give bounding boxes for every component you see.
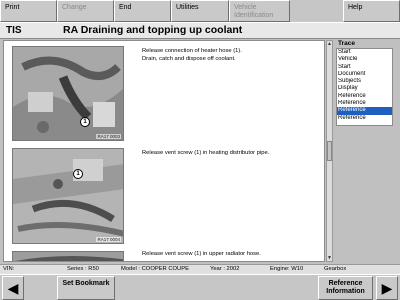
trace-item[interactable]: Document [337,71,392,78]
trace-list[interactable]: Start Vehicle Start Document Subjects Di… [336,48,393,126]
trace-item[interactable]: Reference [337,115,392,122]
step-1-text: Release connection of heater hose (1). D… [142,48,242,62]
engine-value: Engine: W10 [270,266,304,272]
step-2-text: Release vent screw (1) in heating distri… [142,150,270,156]
scroll-down-icon[interactable]: ▼ [327,255,332,261]
toolbar-spacer [290,0,343,22]
document-scrollbar[interactable]: ▲ ▼ [326,40,333,262]
step-3-text: Release vent screw (1) in upper radiator… [142,251,261,257]
trace-item[interactable]: Vehicle [337,56,392,63]
change-button[interactable]: Change [57,0,114,22]
year-value: Year : 2002 [210,266,240,272]
callout-1: 1 [73,169,83,179]
bottom-bar: ◀ Set Bookmark Reference Information ▶ [0,274,400,300]
trace-item[interactable]: Reference [337,93,392,100]
step-2-illustration: 1 RA17 0004 [12,148,124,244]
toolbar: Print Change End Utilities Vehicle Ident… [0,0,400,22]
image-reference: RA17 0003 [96,134,121,139]
gearbox-value: Gearbox [324,266,347,272]
trace-item[interactable]: Start [337,64,392,71]
utilities-button[interactable]: Utilities [171,0,229,22]
trace-item[interactable]: Display [337,85,392,92]
document-pane[interactable]: 1 RA17 0003 Release connection of heater… [3,40,325,262]
arrow-left-icon[interactable]: ◀ [2,276,24,300]
trace-item-selected[interactable]: Reference [337,107,392,115]
set-bookmark-button[interactable]: Set Bookmark [57,276,115,300]
model-value: Model : COOPER COUPE [121,266,189,272]
trace-item[interactable]: Subjects [337,78,392,85]
trace-item[interactable]: Reference [337,100,392,107]
vehicle-identification-button[interactable]: Vehicle Identification [229,0,290,22]
step-3-illustration [12,251,124,261]
step-1-illustration: 1 RA17 0003 [12,46,124,141]
reference-information-button[interactable]: Reference Information [318,276,373,300]
vehicle-status-bar: VIN: Series : R50 Model : COOPER COUPE Y… [0,264,400,274]
help-button[interactable]: Help [343,0,400,22]
series-value: Series : R50 [67,266,99,272]
scroll-up-icon[interactable]: ▲ [327,41,332,47]
callout-1: 1 [80,117,90,127]
title-bar: TIS RA Draining and topping up coolant [0,22,400,39]
scrollbar-thumb[interactable] [327,141,332,161]
arrow-right-icon[interactable]: ▶ [376,276,398,300]
trace-item[interactable]: Start [337,49,392,56]
image-reference: RA17 0004 [96,237,121,242]
print-button[interactable]: Print [0,0,57,22]
end-button[interactable]: End [114,0,171,22]
vin-label: VIN: [3,266,15,272]
app-name: TIS [6,25,22,36]
page-title: RA Draining and topping up coolant [63,24,243,36]
trace-label: Trace [338,40,355,47]
